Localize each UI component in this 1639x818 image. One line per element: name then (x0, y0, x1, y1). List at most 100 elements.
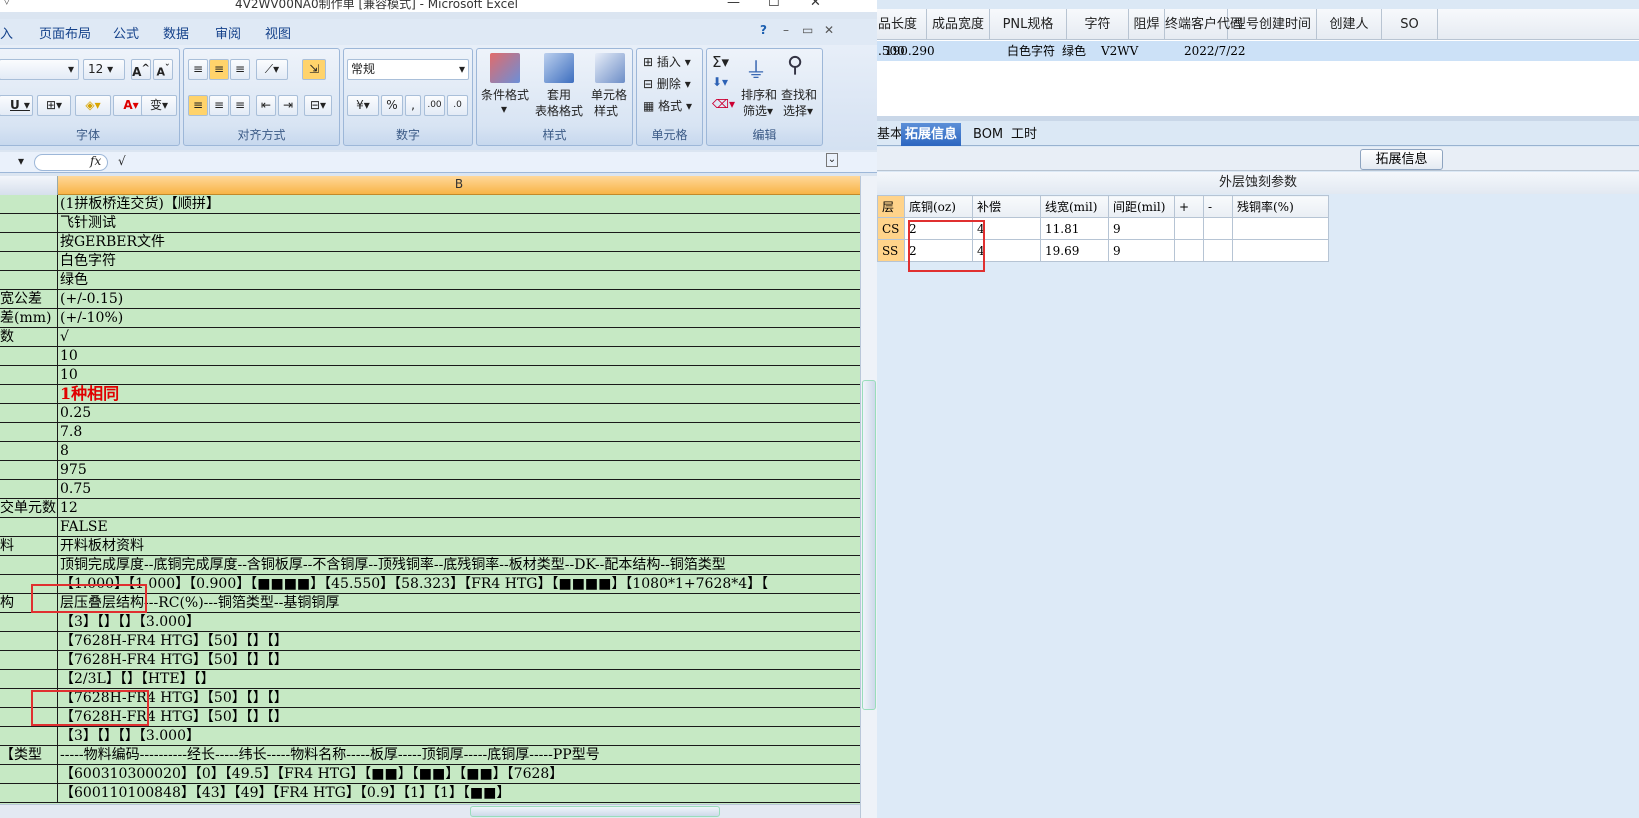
cell-b[interactable]: 【2/3L】【】【HTE】【】 (60, 670, 215, 688)
cell-b[interactable]: 1种相同 (60, 385, 119, 403)
expand-formula-bar-icon[interactable]: ⌄ (826, 153, 838, 167)
cell-b[interactable]: 绿色 (60, 271, 88, 289)
etch-cell[interactable]: 9 (1108, 217, 1175, 240)
grid-column-header[interactable]: 品长度 (877, 9, 927, 40)
cell-a[interactable] (0, 765, 58, 783)
cell-b[interactable]: 【1.000】【1.000】【0.900】【■■■■】【45.550】【58.3… (60, 575, 768, 593)
etch-cell[interactable]: 11.81 (1040, 217, 1109, 240)
cell-b[interactable]: 【7628H-FR4 HTG】【50】【】【】 (60, 632, 288, 650)
cell-b[interactable]: 开料板材资料 (60, 537, 144, 555)
align-middle-button[interactable]: ≡ (209, 59, 229, 80)
cell-a[interactable]: 类型】 (0, 746, 58, 764)
grid-cell[interactable]: 190.290 (885, 41, 935, 61)
fill-color-button[interactable]: ◈▾ (75, 95, 111, 116)
cell-a[interactable] (0, 347, 58, 365)
grid-column-header[interactable]: 成品宽度 (927, 9, 990, 40)
cell-b[interactable]: 12 (60, 499, 78, 517)
cell-a[interactable] (0, 252, 58, 270)
format-button[interactable]: ▦ 格式 ▾ (643, 97, 692, 114)
tab-review[interactable]: 审阅 (215, 23, 241, 42)
cell-b[interactable]: 0.25 (60, 404, 91, 422)
merge-button[interactable]: ⊟▾ (304, 95, 332, 116)
etch-cell[interactable] (1232, 239, 1329, 262)
cell-b[interactable]: (+/-0.15) (60, 290, 123, 308)
tab-bom[interactable]: BOM (969, 123, 1007, 146)
percent-button[interactable]: % (381, 95, 403, 116)
clear-icon[interactable]: ⌫▾ (712, 97, 735, 111)
cell-b[interactable]: √ (60, 328, 69, 346)
tab-insert[interactable]: 入 (0, 23, 13, 42)
font-size-dropdown[interactable]: 12 ▾ (83, 59, 125, 80)
ribbon-close-icon[interactable]: ✕ (824, 23, 834, 37)
cell-a[interactable] (0, 727, 58, 745)
cell-b[interactable]: 【3】【】【】【3.000】 (60, 613, 200, 631)
align-center-button[interactable]: ≡ (209, 95, 229, 116)
etch-cell[interactable] (1203, 239, 1233, 262)
shrink-font-button[interactable]: Aˇ (153, 59, 173, 80)
tab-page-layout[interactable]: 页面布局 (39, 23, 91, 42)
fill-icon[interactable]: ⬇▾ (712, 75, 728, 89)
etch-cell[interactable] (1174, 217, 1204, 240)
formula-input[interactable]: √ (118, 154, 126, 168)
cell-b[interactable]: 7.8 (60, 423, 82, 441)
increase-indent-button[interactable]: ⇥ (278, 95, 298, 116)
cell-a[interactable] (0, 423, 58, 441)
sort-filter-label-1[interactable]: 排序和 (741, 86, 777, 103)
cell-a[interactable] (0, 480, 58, 498)
grid-column-header[interactable]: 型号创建时间 (1228, 9, 1317, 40)
conditional-format-label[interactable]: 条件格式 (481, 86, 529, 103)
cell-a[interactable] (0, 271, 58, 289)
model-grid-selected-row[interactable]: .500 190.290 白色字符 绿色 V2WV 2022/7/22 (877, 41, 1639, 61)
find-select-icon[interactable]: ⚲ (787, 53, 803, 78)
cell-a[interactable] (0, 651, 58, 669)
cell-b[interactable]: 白色字符 (60, 252, 116, 270)
sort-filter-icon[interactable]: ⏚ (745, 53, 767, 85)
quick-access-dropdown-icon[interactable]: ▿ (4, 0, 10, 8)
close-icon[interactable]: ✕ (810, 0, 821, 10)
grid-column-header[interactable]: 阻焊 (1129, 9, 1165, 40)
cell-b[interactable]: 【600110100848】【43】【49】【FR4 HTG】【0.9】【1】【… (60, 784, 510, 802)
increase-decimal-button[interactable]: .00 (424, 95, 445, 116)
table-format-label-1[interactable]: 套用 (547, 86, 571, 103)
align-top-button[interactable]: ≡ (188, 59, 208, 80)
maximize-icon[interactable]: ☐ (768, 0, 780, 10)
etch-cell[interactable] (1174, 239, 1204, 262)
number-format-dropdown[interactable]: 常规 ▾ (347, 59, 469, 80)
orientation-button[interactable]: ⟋▾ (256, 59, 288, 80)
grid-cell[interactable]: 2022/7/22 (1184, 41, 1246, 61)
grid-cell[interactable]: 白色字符 (1007, 41, 1055, 61)
find-select-label-1[interactable]: 查找和 (781, 86, 817, 103)
etch-cell[interactable]: CS (877, 217, 905, 240)
insert-button[interactable]: ⊞ 插入 ▾ (643, 53, 691, 70)
sort-filter-label-2[interactable]: 筛选▾ (743, 102, 773, 119)
cell-a[interactable]: 差(mm) (0, 309, 58, 327)
cell-b[interactable]: FALSE (60, 518, 108, 536)
cell-a[interactable] (0, 442, 58, 460)
table-format-icon[interactable] (544, 53, 574, 83)
insert-function-icon[interactable]: fx (90, 154, 101, 168)
comma-button[interactable]: , (405, 95, 421, 116)
help-icon[interactable]: ? (760, 23, 767, 37)
etch-cell[interactable] (1203, 217, 1233, 240)
underline-button[interactable]: U ▾ (0, 95, 33, 116)
grid-column-header[interactable]: 创建人 (1317, 9, 1382, 40)
align-right-button[interactable]: ≡ (230, 95, 250, 116)
cell-style-label-1[interactable]: 单元格 (591, 86, 627, 103)
cell-a[interactable] (0, 632, 58, 650)
grid-cell[interactable]: V2WV (1101, 41, 1138, 61)
phonetic-button[interactable]: 变▾ (141, 95, 177, 116)
grid-column-header[interactable]: SO (1382, 9, 1438, 40)
cell-a[interactable] (0, 518, 58, 536)
tab-labor-hours[interactable]: 工时 (1007, 123, 1041, 146)
autosum-icon[interactable]: Σ▾ (712, 53, 729, 71)
etch-cell[interactable] (1232, 217, 1329, 240)
align-left-button[interactable]: ≡ (188, 95, 208, 116)
align-bottom-button[interactable]: ≡ (230, 59, 250, 80)
name-box-dropdown-icon[interactable]: ▾ (18, 154, 24, 168)
extended-info-subtab[interactable]: 拓展信息 (1360, 149, 1443, 170)
cell-a[interactable]: 料 (0, 537, 58, 555)
cell-style-icon[interactable] (595, 53, 625, 83)
cell-a[interactable] (0, 670, 58, 688)
etch-cell[interactable]: 19.69 (1040, 239, 1109, 262)
tab-view[interactable]: 视图 (265, 23, 291, 42)
